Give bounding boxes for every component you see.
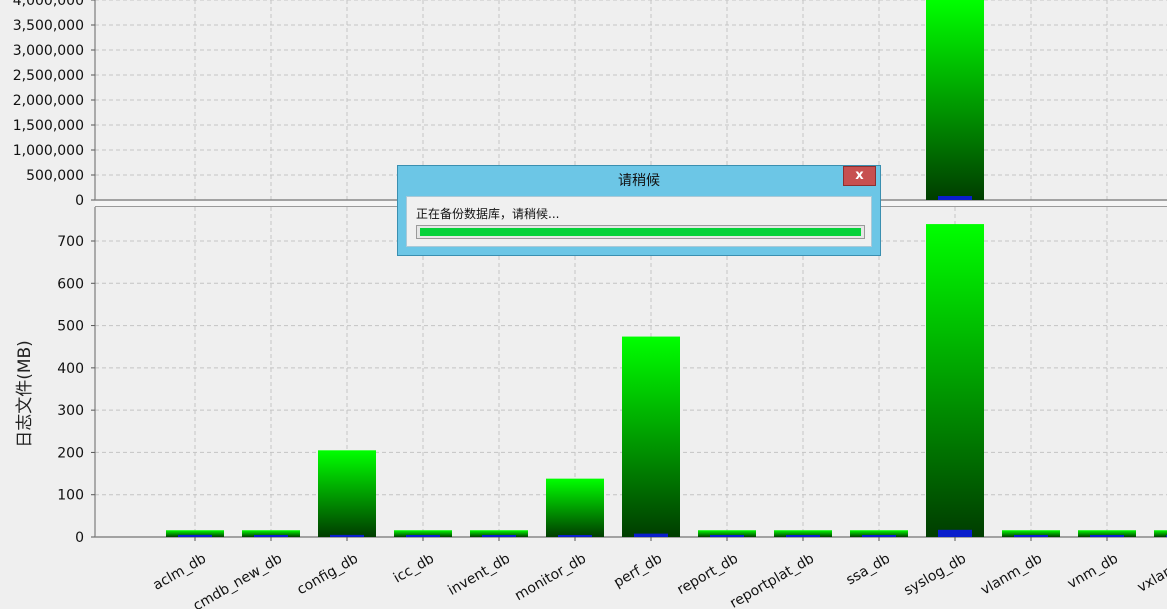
inner-bar-invent_db bbox=[482, 535, 516, 537]
bar-monitor_db bbox=[546, 478, 604, 537]
dialog-message: 正在备份数据库，请稍候... bbox=[416, 207, 560, 221]
y-tick-label: 600 bbox=[57, 276, 84, 292]
y-tick-label: 200 bbox=[57, 445, 84, 461]
bar-perf_db bbox=[622, 336, 680, 537]
y-tick-label: 3,500,000 bbox=[13, 18, 84, 34]
category-label: monitor_db bbox=[512, 551, 589, 605]
inner-bar-icc_db bbox=[406, 535, 440, 537]
inner-bar-cmdb_new_db bbox=[254, 535, 288, 537]
y-tick-label: 2,500,000 bbox=[13, 68, 84, 84]
category-label: aclm_db bbox=[150, 551, 209, 594]
category-label: ssa_db bbox=[843, 551, 893, 589]
progress-bar-fill bbox=[420, 228, 861, 236]
bar-syslog_db bbox=[926, 0, 984, 200]
category-label: report_db bbox=[675, 551, 742, 599]
category-label: vxlan_db bbox=[1135, 551, 1167, 596]
dialog-title: 请稍候 bbox=[618, 173, 660, 189]
y-tick-label: 100 bbox=[57, 488, 84, 504]
y-axis-label: 日志文件(MB) bbox=[15, 340, 35, 448]
category-label: vnm_db bbox=[1065, 551, 1121, 593]
inner-bar-syslog_db bbox=[938, 529, 972, 537]
inner-bar-vnm_db bbox=[1090, 535, 1124, 537]
category-label: reportplat_db bbox=[727, 551, 817, 609]
y-tick-label: 500,000 bbox=[26, 168, 84, 184]
y-tick-label: 0 bbox=[75, 530, 84, 546]
category-label: config_db bbox=[294, 551, 361, 599]
inner-bar-monitor_db bbox=[558, 535, 592, 537]
y-tick-label: 4,000,000 bbox=[13, 0, 84, 9]
log-file-chart: 0100200300400500600700aclm_dbcmdb_new_db… bbox=[15, 207, 1167, 609]
y-tick-label: 0 bbox=[75, 193, 84, 209]
category-label: vlanm_db bbox=[978, 551, 1045, 599]
inner-bar-aclm_db bbox=[178, 534, 212, 537]
inner-bar-ssa_db bbox=[862, 535, 896, 537]
inner-bar-reportplat_db bbox=[786, 535, 820, 537]
category-label: icc_db bbox=[391, 551, 437, 587]
y-tick-label: 1,000,000 bbox=[13, 143, 84, 159]
inner-bar-config_db bbox=[330, 534, 364, 537]
inner-bar-syslog_db bbox=[938, 196, 972, 200]
y-tick-label: 300 bbox=[57, 403, 84, 419]
bar-syslog_db bbox=[926, 224, 984, 538]
database-size-window: 0 500,000 1,000,000 1,500,000 2,000,000 2,500… bbox=[0, 0, 1167, 609]
inner-bar-perf_db bbox=[634, 533, 668, 537]
y-tick-label: 2,000,000 bbox=[13, 93, 84, 109]
category-label: syslog_db bbox=[901, 551, 969, 599]
inner-bar-report_db bbox=[710, 535, 744, 537]
y-tick-label: 700 bbox=[57, 234, 84, 250]
bar-vxlan_db bbox=[1154, 530, 1167, 537]
please-wait-dialog: 请稍候 x 正在备份数据库，请稍候... bbox=[397, 165, 881, 256]
y-tick-label: 500 bbox=[57, 319, 84, 335]
database-size-charts: 0 500,000 1,000,000 1,500,000 2,000,000 2,500… bbox=[13, 0, 1167, 609]
close-button[interactable]: x bbox=[843, 166, 876, 186]
bar-config_db bbox=[318, 450, 376, 537]
category-label: perf_db bbox=[611, 551, 665, 591]
y-tick-label: 3,000,000 bbox=[13, 43, 84, 59]
y-tick-label: 400 bbox=[57, 361, 84, 377]
y-tick-label: 1,500,000 bbox=[13, 118, 84, 134]
dialog-body: 正在备份数据库，请稍候... bbox=[406, 196, 872, 247]
inner-bar-vlanm_db bbox=[1014, 535, 1048, 537]
category-label: invent_db bbox=[445, 551, 513, 599]
progress-bar bbox=[416, 225, 865, 239]
